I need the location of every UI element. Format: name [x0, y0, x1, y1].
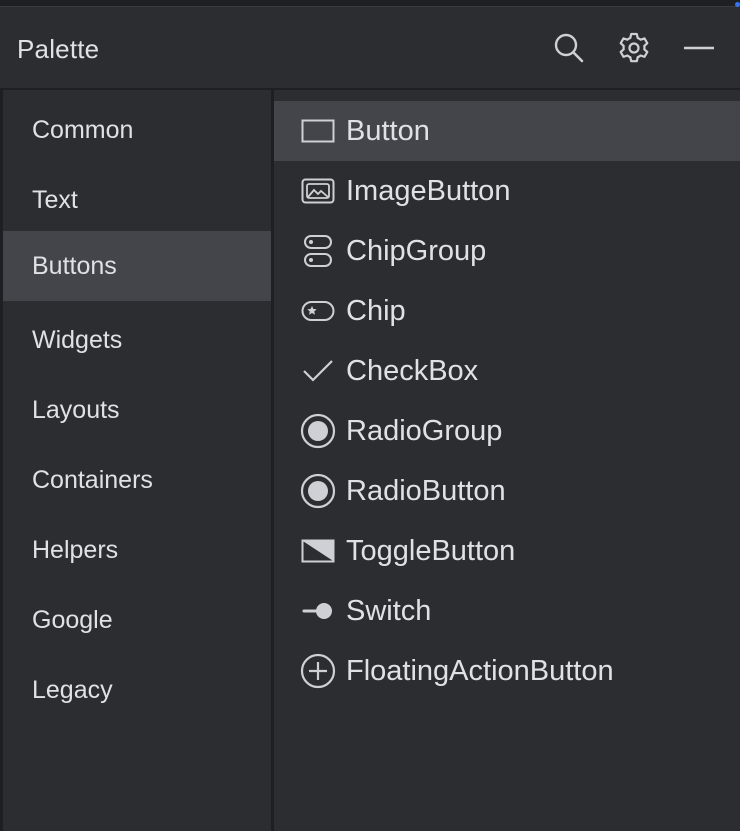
checkmark-icon: [300, 353, 336, 389]
image-button-icon: [300, 173, 336, 209]
component-item-chipgroup[interactable]: ChipGroup: [274, 221, 740, 281]
component-item-imagebutton[interactable]: ImageButton: [274, 161, 740, 221]
chip-group-icon: [300, 233, 336, 269]
sidebar-item-layouts[interactable]: Layouts: [3, 375, 271, 445]
component-item-togglebutton[interactable]: ToggleButton: [274, 521, 740, 581]
component-label: Chip: [346, 294, 406, 327]
panel-title: Palette: [17, 34, 100, 64]
component-item-chip[interactable]: Chip: [274, 281, 740, 341]
component-item-floatingactionbutton[interactable]: FloatingActionButton: [274, 641, 740, 701]
palette-header: Palette: [0, 8, 740, 90]
component-item-radiogroup[interactable]: RadioGroup: [274, 401, 740, 461]
sidebar-item-text[interactable]: Text: [3, 165, 271, 235]
component-label: ChipGroup: [346, 234, 487, 267]
component-item-checkbox[interactable]: CheckBox: [274, 341, 740, 401]
component-item-switch[interactable]: Switch: [274, 581, 740, 641]
sidebar-item-containers[interactable]: Containers: [3, 445, 271, 515]
search-icon[interactable]: [551, 30, 587, 66]
component-label: Switch: [346, 594, 432, 627]
component-item-radiobutton[interactable]: RadioButton: [274, 461, 740, 521]
component-list: Button ImageButton ChipGroup Chip CheckB…: [274, 92, 740, 831]
component-label: RadioButton: [346, 474, 506, 507]
toggle-button-icon: [300, 533, 336, 569]
component-label: ToggleButton: [346, 534, 516, 567]
fab-plus-icon: [300, 653, 336, 689]
sidebar-item-google[interactable]: Google: [3, 585, 271, 655]
chip-icon: [300, 293, 336, 329]
radio-button-icon: [300, 473, 336, 509]
component-label: FloatingActionButton: [346, 654, 614, 687]
component-label: RadioGroup: [346, 414, 503, 447]
accent-indicator: [735, 2, 740, 7]
sidebar-item-buttons[interactable]: Buttons: [3, 231, 271, 301]
sidebar-item-helpers[interactable]: Helpers: [3, 515, 271, 585]
component-label: ImageButton: [346, 174, 511, 207]
sidebar-item-widgets[interactable]: Widgets: [3, 305, 271, 375]
switch-icon: [300, 593, 336, 629]
minimize-icon[interactable]: [681, 30, 717, 66]
sidebar-item-legacy[interactable]: Legacy: [3, 655, 271, 725]
gear-icon[interactable]: [616, 30, 652, 66]
button-icon: [300, 113, 336, 149]
window-top-strip: [0, 0, 740, 7]
component-label: CheckBox: [346, 354, 479, 387]
component-item-button[interactable]: Button: [274, 101, 740, 161]
sidebar-item-common[interactable]: Common: [3, 95, 271, 165]
category-sidebar: Common Text Buttons Widgets Layouts Cont…: [3, 92, 271, 831]
component-label: Button: [346, 114, 430, 147]
radio-group-icon: [300, 413, 336, 449]
